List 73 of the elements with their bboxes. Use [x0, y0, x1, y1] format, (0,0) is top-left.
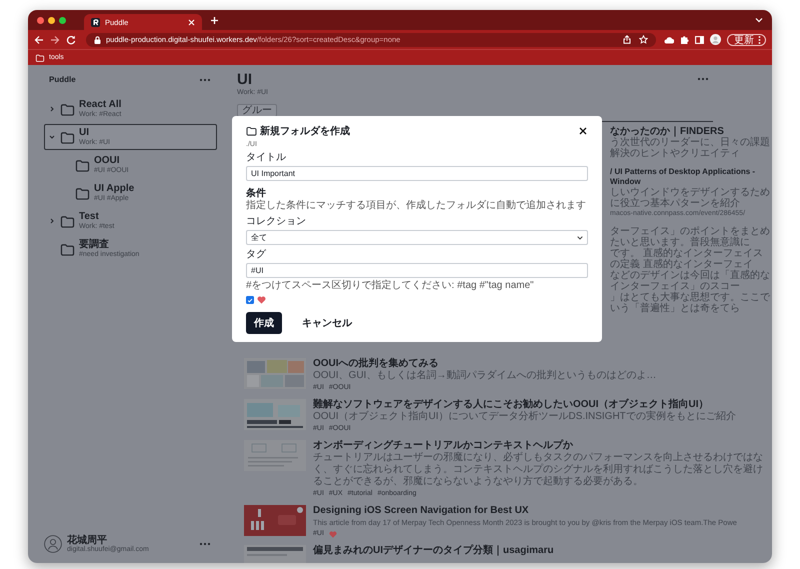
folder-icon	[75, 158, 90, 172]
caret-icon	[577, 236, 583, 240]
folder-icon	[35, 54, 45, 62]
dialog-title: 新規フォルダを作成	[260, 124, 350, 138]
article-description: です。 直感的なインターフェイスの定義 直感的なインターフェイ	[610, 248, 764, 270]
article-description: などのデザインは今回は「直感的なインターフェイス」のスコー	[610, 270, 770, 292]
more-vertical-icon[interactable]	[758, 36, 761, 44]
new-tab-icon[interactable]	[210, 16, 219, 24]
hint-text: 指定した条件にマッチする項目が、作成したフォルダに自動で追加されます	[246, 200, 587, 212]
share-icon[interactable]	[623, 35, 631, 44]
avatar-icon	[44, 535, 62, 553]
reload-icon[interactable]	[66, 34, 76, 44]
chevron-right-icon[interactable]	[48, 218, 54, 224]
heart-icon	[257, 296, 266, 304]
article-description: OOUI（オブジェクト指向UI）についてデータ分析ツールDS.INSIGHTでの実例をもとにご紹介	[313, 411, 737, 423]
profile-avatar-icon[interactable]	[710, 34, 721, 45]
user-name: 花城周平	[67, 535, 107, 546]
field-label: タグ	[246, 249, 267, 261]
close-icon[interactable]	[188, 18, 195, 26]
more-icon[interactable]	[697, 77, 709, 81]
lock-icon	[94, 36, 101, 44]
input-field[interactable]: UI Important	[246, 166, 588, 181]
folder-icon	[60, 214, 75, 228]
article-description: しいウインドウをデザインするために役立つ基本パターンを紹介	[610, 187, 770, 209]
app-logo-icon	[91, 18, 100, 26]
back-icon[interactable]	[34, 34, 44, 44]
collection-dropdown[interactable]: 全て	[246, 230, 588, 245]
close-button[interactable]	[578, 126, 588, 136]
article-description: 」はとても大事な思想です。ここでいう「普遍性」とは奇をてら	[610, 292, 770, 314]
puzzle-icon[interactable]	[680, 35, 689, 44]
folder-icon	[60, 242, 75, 256]
article-title[interactable]: Designing iOS Screen Navigation for Best UX	[313, 505, 770, 517]
article-title[interactable]: なかったのか｜FINDERS	[610, 126, 770, 137]
article-description: う次世代のリーダーに、日々の課題解決のヒントやクリエイティ	[610, 137, 770, 159]
folder-name: OOUI	[94, 155, 121, 166]
folder-name: 要調査	[79, 239, 110, 250]
hint-text: #をつけてスペース区切りで指定してください: #tag #"tag name"	[246, 280, 535, 292]
article-description: OOUI、GUI、もしくは名詞→動詞パラダイムへの批判というものはどのよ…	[313, 370, 658, 382]
article-title[interactable]: 難解なソフトウェアをデザインする人にこそお勧めしたいOOUI（オブジェクト指向UI）	[313, 399, 770, 411]
folder-name: React All	[79, 99, 122, 110]
folder-name: UI	[79, 127, 90, 138]
chevron-right-icon[interactable]	[48, 106, 54, 112]
folder-icon	[246, 126, 257, 136]
article-title[interactable]: / UI Patterns of Desktop Applications - Window	[610, 167, 770, 187]
update-button[interactable]: 更新	[727, 34, 766, 46]
section-heading: 条件	[246, 186, 267, 200]
folder-name: UI Apple	[94, 183, 134, 194]
chevron-down-icon[interactable]	[48, 134, 54, 140]
group-button[interactable]: グルー	[237, 104, 277, 117]
liked-checkbox[interactable]	[246, 296, 254, 304]
sidebar-icon[interactable]	[695, 36, 704, 44]
article-title[interactable]: OOUIへの批判を集めてみる	[313, 358, 770, 370]
create-button[interactable]: 作成	[246, 312, 282, 334]
article-title[interactable]: 偏見まみれのUIデザイナーのタイプ分類｜usagimaru	[313, 545, 770, 557]
more-icon[interactable]	[199, 542, 211, 546]
folder-icon	[60, 102, 75, 116]
article-title[interactable]: オンボーディングチュートリアルかコンテキストヘルプか	[313, 440, 770, 452]
article-description: ターフェイス」のポイントをまとめたいと思います。普段無意識に	[610, 226, 770, 248]
folder-icon	[60, 130, 75, 144]
cloud-icon[interactable]	[664, 36, 674, 44]
folder-name: Test	[79, 211, 100, 222]
input-field[interactable]: #UI	[246, 263, 588, 278]
close-icon	[579, 127, 587, 135]
article-description: チュートリアルはユーザーの邪魔になり、必ずしもタスクのパフォーマンスを向上させるわけではなく、すぐに忘れられてしまう。コンテキストヘルプのシグナルを利用すればこうした落とし穴を避けることができるが、邪魔にならないようなやり方で起動する必要がある。	[313, 452, 764, 488]
folder-icon	[75, 186, 90, 200]
app-title: Puddle	[49, 75, 76, 84]
forward-icon[interactable]	[50, 34, 60, 44]
star-icon[interactable]	[639, 35, 648, 44]
more-icon[interactable]	[199, 78, 211, 82]
field-label: コレクション	[246, 216, 307, 228]
field-label: タイトル	[246, 152, 287, 164]
cancel-button[interactable]: キャンセル	[294, 312, 360, 334]
page-title: UI	[237, 71, 253, 88]
